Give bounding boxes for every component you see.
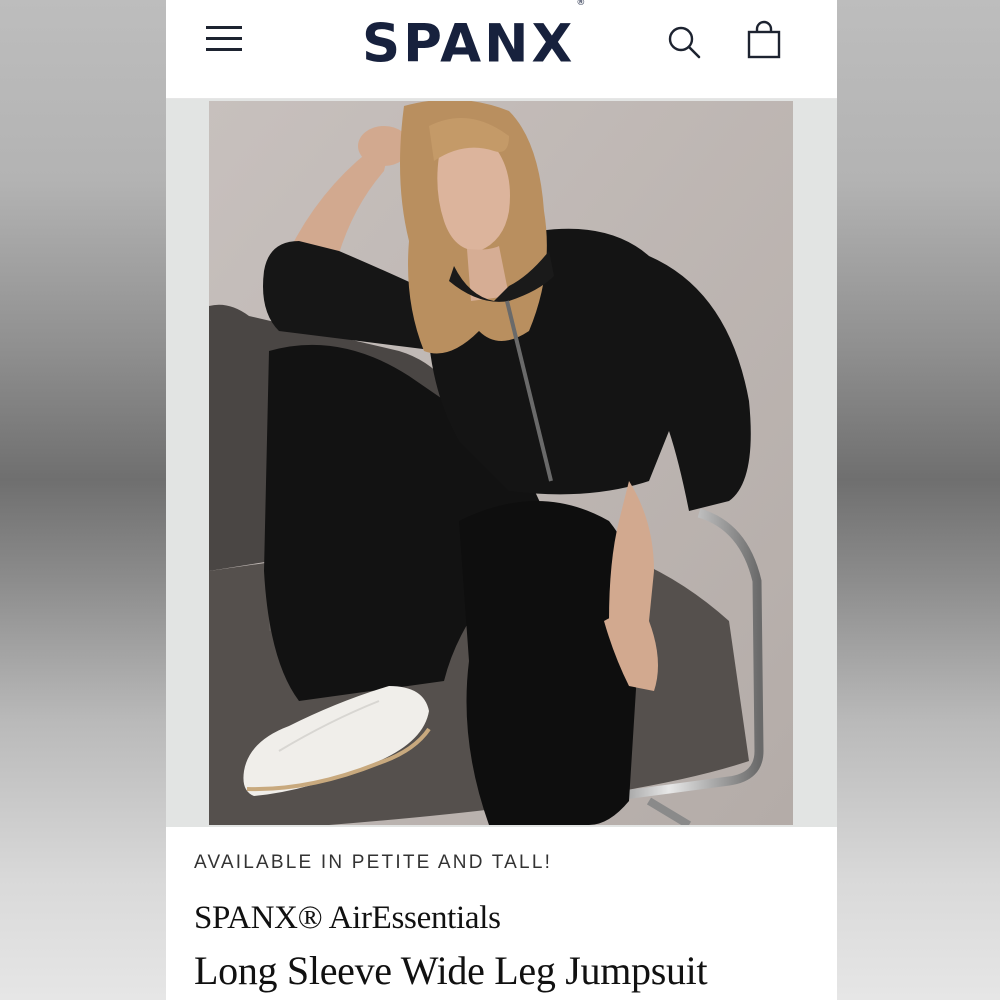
logo-registered-mark: ® xyxy=(576,0,586,8)
model-photo-illustration xyxy=(209,101,793,825)
product-brand: SPANX® AirEssentials xyxy=(194,900,501,936)
site-header: SPANX® xyxy=(166,0,837,99)
backdrop-left xyxy=(0,0,166,1000)
shopping-bag-icon[interactable] xyxy=(746,20,782,60)
product-photo[interactable] xyxy=(209,101,793,825)
product-image-gallery[interactable] xyxy=(166,99,837,827)
logo-text: SPANX xyxy=(362,13,576,75)
product-title: Long Sleeve Wide Leg Jumpsuit xyxy=(194,948,708,993)
search-icon[interactable] xyxy=(666,24,702,60)
hamburger-menu-icon[interactable] xyxy=(206,24,244,54)
brand-logo[interactable]: SPANX® xyxy=(362,0,642,76)
product-page: SPANX® AVAILABLE IN PETITE AND TALL! SPA… xyxy=(166,0,837,1000)
availability-tagline: AVAILABLE IN PETITE AND TALL! xyxy=(194,852,553,873)
backdrop-right xyxy=(834,0,1000,1000)
